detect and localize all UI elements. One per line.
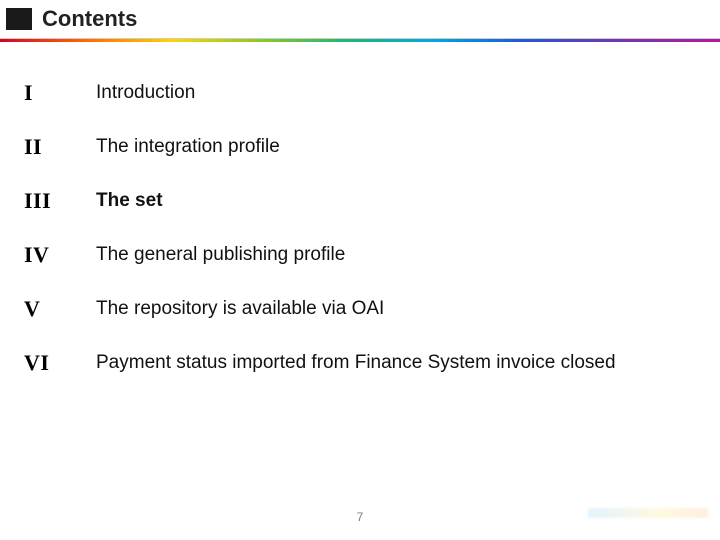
toc-label: The integration profile: [96, 136, 280, 158]
toc-label: Introduction: [96, 82, 195, 104]
page-number: 7: [357, 510, 364, 524]
toc-item: II The integration profile: [14, 120, 684, 174]
toc-numeral: II: [24, 134, 72, 160]
table-of-contents: I Introduction II The integration profil…: [0, 42, 720, 390]
slide: Contents I Introduction II The integrati…: [0, 0, 720, 540]
toc-label: The general publishing profile: [96, 244, 345, 266]
header-accent-block: [6, 8, 32, 30]
page-title: Contents: [42, 6, 137, 32]
toc-numeral: V: [24, 296, 72, 322]
slide-footer: 7: [0, 510, 720, 524]
toc-numeral: I: [24, 80, 72, 106]
toc-label: The repository is available via OAI: [96, 298, 384, 320]
toc-label: Payment status imported from Finance Sys…: [96, 352, 616, 374]
toc-item: VI Payment status imported from Finance …: [14, 336, 684, 390]
toc-label: The set: [96, 190, 163, 212]
toc-numeral: III: [24, 188, 72, 214]
toc-item: I Introduction: [14, 66, 684, 120]
toc-numeral: IV: [24, 242, 72, 268]
toc-item: V The repository is available via OAI: [14, 282, 684, 336]
slide-header: Contents: [0, 0, 720, 32]
toc-item: IV The general publishing profile: [14, 228, 684, 282]
toc-item-current: III The set: [14, 174, 684, 228]
toc-numeral: VI: [24, 350, 72, 376]
